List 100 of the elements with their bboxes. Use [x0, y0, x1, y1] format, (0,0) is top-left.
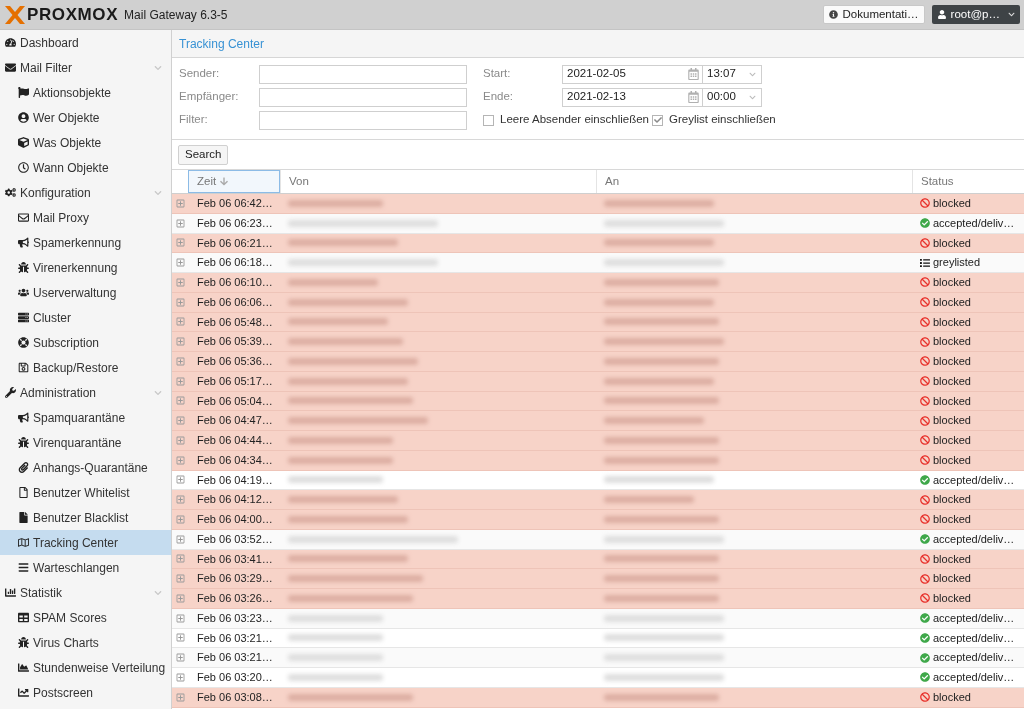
time-cell-text: Feb 06 03:20… [196, 670, 274, 686]
sidebar-item[interactable]: Anhangs-Quarantäne [0, 455, 171, 480]
field-label: Sender: [179, 66, 221, 82]
sidebar-item[interactable]: Benutzer Whitelist [0, 480, 171, 505]
ban-icon [920, 356, 930, 367]
time-cell-text: Feb 06 04:34… [196, 452, 274, 468]
sidebar-item[interactable]: Aktionsobjekte [0, 80, 171, 105]
checkbox-label: Leere Absender einschließen [500, 112, 649, 128]
time-field[interactable]: 13:07 [703, 64, 762, 84]
calendar-icon[interactable] [688, 68, 699, 80]
text-field[interactable] [259, 87, 467, 107]
sidebar-item[interactable]: Statistik [0, 580, 171, 605]
sidebar-item[interactable]: Administration [0, 380, 171, 405]
time-cell-text: Feb 06 06:18… [196, 255, 274, 271]
time-cell-text: Feb 06 06:42… [196, 196, 274, 212]
sidebar-item[interactable]: Backup/Restore [0, 355, 171, 380]
status-text: accepted/deliv… [933, 215, 1015, 231]
sidebar-item[interactable]: Userverwaltung [0, 280, 171, 305]
tick-icon [653, 116, 662, 124]
status-text: blocked [933, 551, 971, 567]
logo-text: PROXMOX [27, 6, 119, 23]
ban-icon [920, 198, 930, 209]
chevron-down-icon[interactable] [154, 588, 162, 597]
panel-title: Tracking Center [179, 35, 264, 53]
status-text: blocked [933, 235, 971, 251]
chevron-down-icon[interactable] [154, 388, 162, 397]
time-cell-text: Feb 06 06:23… [196, 215, 274, 231]
ban-icon [920, 277, 930, 288]
gauge-icon [5, 37, 16, 48]
sidebar-item[interactable]: Stundenweise Verteilung [0, 655, 171, 680]
date-field[interactable]: 2021-02-13 [562, 87, 703, 107]
wrench-icon [5, 387, 16, 398]
checkbox[interactable] [652, 114, 663, 126]
time-cell-text: Feb 06 03:52… [196, 531, 274, 547]
search-button[interactable]: Search [178, 144, 229, 165]
flag-icon [18, 87, 29, 98]
chevron-down-icon[interactable] [154, 63, 162, 72]
time-cell-text: Feb 06 03:21… [196, 630, 274, 646]
documentation-button[interactable]: Dokumentati… [822, 5, 925, 24]
info-icon [828, 10, 838, 19]
chevron-down-icon[interactable] [749, 93, 756, 101]
users-icon [18, 287, 29, 298]
sidebar-item[interactable]: Spamerkennung [0, 230, 171, 255]
logo-x-icon [5, 5, 25, 24]
status-text: accepted/deliv… [933, 472, 1015, 488]
ban-icon [920, 692, 930, 703]
sidebar-item[interactable]: Benutzer Blacklist [0, 505, 171, 530]
sidebar-item[interactable]: Virenerkennung [0, 255, 171, 280]
sidebar-item[interactable]: Cluster [0, 305, 171, 330]
status-text: blocked [933, 393, 971, 409]
status-text: accepted/deliv… [933, 650, 1015, 666]
column-header[interactable]: Status [912, 170, 1024, 193]
sidebar-item[interactable]: Subscription [0, 330, 171, 355]
ban-icon [920, 593, 930, 604]
time-cell-text: Feb 06 06:06… [196, 294, 274, 310]
sidebar-item[interactable]: Virus Charts [0, 630, 171, 655]
bug-icon [18, 637, 29, 648]
map-icon [18, 537, 29, 548]
calendar-icon[interactable] [688, 91, 699, 103]
sidebar-item[interactable]: Spamquarantäne [0, 405, 171, 430]
sidebar-item[interactable]: Virenquarantäne [0, 430, 171, 455]
column-header[interactable]: An [596, 170, 912, 193]
bar-chart-icon [5, 587, 16, 598]
status-text: blocked [933, 689, 971, 705]
chevron-down-icon[interactable] [154, 188, 162, 197]
checkbox[interactable] [483, 114, 494, 126]
line-chart-icon [18, 687, 29, 698]
time-cell-text: Feb 06 03:08… [196, 689, 274, 705]
sidebar-item[interactable]: Dashboard [0, 30, 171, 55]
sidebar-item[interactable]: Postscreen [0, 680, 171, 705]
column-header[interactable]: Von [280, 170, 596, 193]
sidebar-item[interactable]: Tracking Center [0, 530, 171, 555]
megaphone-icon [18, 237, 29, 248]
sidebar-item[interactable]: Wer Objekte [0, 105, 171, 130]
text-field[interactable] [259, 110, 467, 130]
caret-icon [1008, 11, 1015, 18]
bug-icon [18, 437, 29, 448]
status-text: blocked [933, 196, 971, 212]
sidebar-item[interactable]: Was Objekte [0, 130, 171, 155]
status-text: accepted/deliv… [933, 610, 1015, 626]
column-header[interactable]: Zeit [188, 170, 280, 193]
time-cell-text: Feb 06 05:36… [196, 354, 274, 370]
sidebar-item[interactable]: SPAM Scores [0, 605, 171, 630]
time-field[interactable]: 00:00 [703, 87, 762, 107]
date-field[interactable]: 2021-02-05 [562, 64, 703, 84]
status-text: accepted/deliv… [933, 670, 1015, 686]
ban-icon [920, 316, 930, 327]
time-cell-text: Feb 06 06:10… [196, 275, 274, 291]
time-cell-text: Feb 06 03:41… [196, 551, 274, 567]
status-text: blocked [933, 314, 971, 330]
sidebar-item[interactable]: Konfiguration [0, 180, 171, 205]
sidebar-item[interactable]: Wann Objekte [0, 155, 171, 180]
sidebar-item[interactable]: Mail Proxy [0, 205, 171, 230]
user-menu-button[interactable]: root@p… [931, 5, 1020, 24]
text-field[interactable] [259, 64, 467, 84]
sidebar-item[interactable]: Mail Filter [0, 55, 171, 80]
sidebar-item[interactable]: Warteschlangen [0, 555, 171, 580]
time-cell-text: Feb 06 06:21… [196, 235, 274, 251]
status-text: accepted/deliv… [933, 531, 1015, 547]
chevron-down-icon[interactable] [749, 70, 756, 78]
